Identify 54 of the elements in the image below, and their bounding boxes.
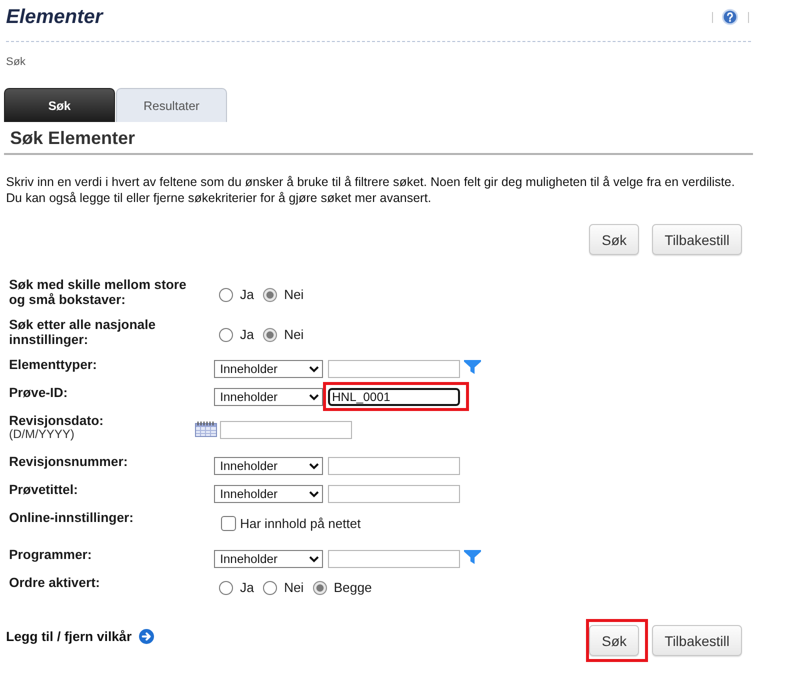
operator-dropdown[interactable]: Inneholder: [214, 360, 323, 378]
section-heading: Søk Elementer: [10, 127, 136, 150]
field-label: Programmer:: [9, 547, 93, 562]
operator-dropdown[interactable]: Inneholder: [214, 485, 323, 503]
add-remove-link[interactable]: Legg til / fjern vilkår: [6, 629, 132, 644]
text-field[interactable]: HNL_0001: [328, 388, 460, 406]
arrow-right-icon[interactable]: [138, 629, 154, 644]
option-label: Begge: [334, 581, 372, 595]
field-label: Revisjonsnummer:: [9, 454, 129, 469]
help-icon[interactable]: [722, 9, 738, 25]
radio-button[interactable]: [262, 581, 277, 595]
action-button[interactable]: Søk: [589, 224, 640, 255]
option-label: Ja: [240, 581, 254, 595]
page-title: Elementer: [6, 5, 103, 29]
field-label: Revisjonsdato:: [9, 413, 105, 428]
field-label: Ordre aktivert:: [9, 575, 101, 590]
breadcrumb: Søk: [6, 56, 26, 69]
field-label: Søk med skille mellom store og små bokstaver:: [9, 277, 188, 307]
option-label: Nei: [284, 328, 304, 342]
text-field[interactable]: [328, 485, 460, 503]
field-label: Prøvetittel:: [9, 482, 79, 497]
option-label: Ja: [240, 288, 254, 302]
radio-button[interactable]: [312, 581, 327, 595]
calendar-icon[interactable]: [195, 421, 217, 437]
radio-button[interactable]: [262, 288, 277, 302]
text-field[interactable]: [328, 457, 460, 475]
date-field[interactable]: [220, 421, 352, 439]
text-field[interactable]: [328, 360, 460, 378]
intro-text: Skriv inn en verdi i hvert av feltene som du ønsker å bruke til å filtrere søket. Noen felt gir deg muligheten til å velge fra en verdiliste. Du kan også legge til eller fjerne søkekriterier for å gjøre søket mer avansert.: [6, 174, 736, 206]
field-label: Prøve-ID:: [9, 385, 69, 400]
radio-button[interactable]: [219, 581, 233, 595]
operator-dropdown[interactable]: Inneholder: [214, 550, 323, 568]
field-label: Søk etter alle nasjonale innstillinger:: [9, 317, 157, 347]
field-label: Elementtyper:: [9, 357, 98, 372]
radio-button[interactable]: [219, 328, 233, 342]
checkbox[interactable]: [221, 516, 236, 531]
option-label: Nei: [284, 288, 304, 302]
operator-dropdown[interactable]: Inneholder: [214, 388, 323, 406]
action-button[interactable]: Tilbakestill: [652, 224, 742, 255]
operator-dropdown[interactable]: Inneholder: [214, 457, 323, 475]
action-button[interactable]: Søk: [589, 625, 640, 656]
tab[interactable]: Resultater: [116, 88, 227, 122]
field-label: Online-innstillinger:: [9, 510, 135, 525]
radio-button[interactable]: [219, 288, 233, 302]
action-button[interactable]: Tilbakestill: [652, 625, 742, 656]
filter-icon[interactable]: [464, 550, 481, 564]
option-label: Nei: [284, 581, 304, 595]
text-field[interactable]: [328, 550, 460, 568]
checkbox-label: Har innhold på nettet: [240, 516, 361, 531]
format-hint: (D/M/YYYY): [9, 428, 74, 441]
filter-icon[interactable]: [464, 360, 481, 374]
tab[interactable]: Søk: [4, 88, 115, 122]
radio-button[interactable]: [262, 328, 277, 342]
option-label: Ja: [240, 328, 254, 342]
